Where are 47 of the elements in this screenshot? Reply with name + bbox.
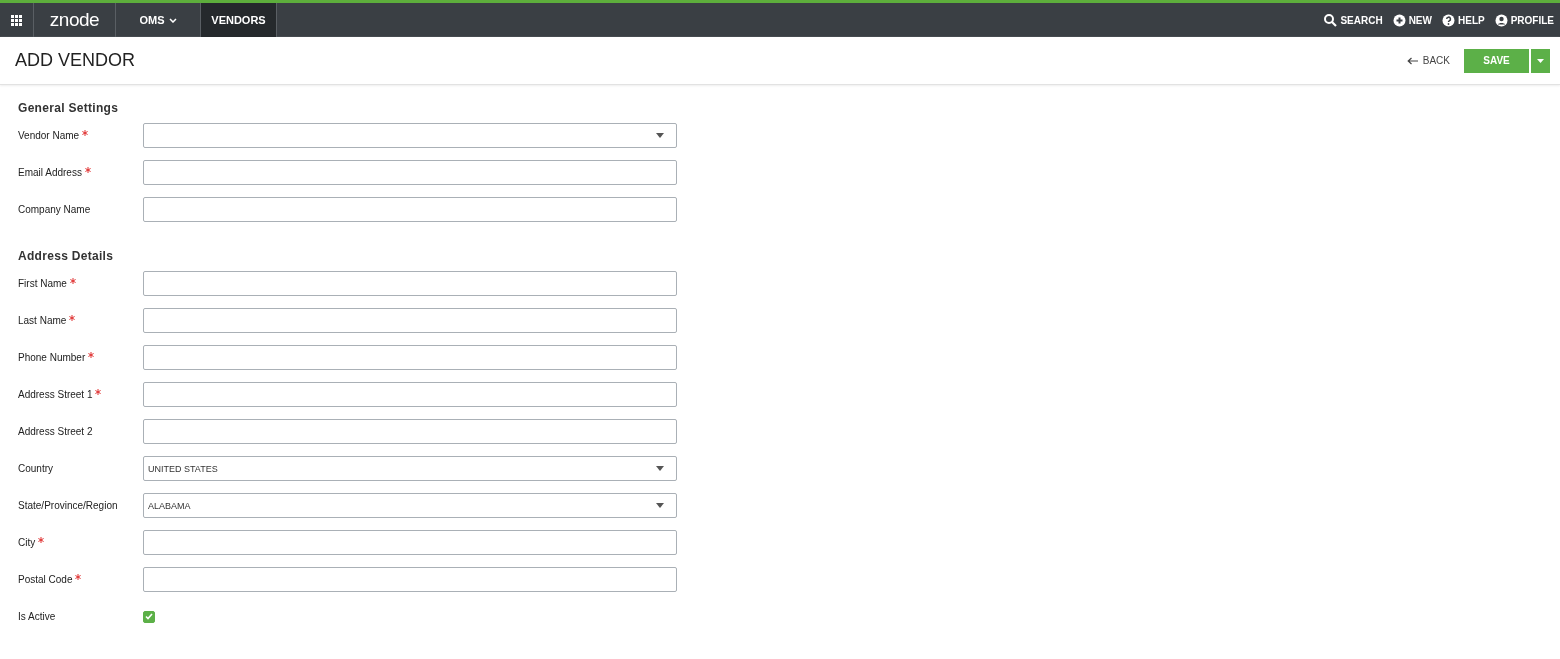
field-label: Country (18, 463, 53, 474)
input-field[interactable] (143, 419, 677, 444)
caret-down-icon (656, 503, 664, 508)
field-label: Postal Code (18, 574, 73, 585)
nav-action[interactable]: HELP (1442, 13, 1485, 27)
input-field[interactable] (143, 345, 677, 370)
nav-action[interactable]: NEW (1392, 13, 1432, 27)
field-label: Is Active (18, 611, 56, 622)
nav-action[interactable]: SEARCH (1324, 13, 1383, 27)
field-label: State/Province/Region (18, 500, 118, 511)
input-field[interactable] (143, 530, 677, 555)
save-options-button[interactable] (1530, 48, 1550, 73)
select-field[interactable]: ALABAMA (143, 493, 677, 518)
help-icon (1442, 13, 1455, 27)
back-link[interactable]: BACK (1400, 54, 1456, 67)
arrow-left-icon (1406, 56, 1419, 65)
section-title: Address Details (18, 249, 115, 263)
checkbox[interactable] (143, 610, 155, 623)
plus-circle-icon (1392, 13, 1406, 27)
nav-tab[interactable]: VENDORS (201, 3, 277, 37)
page-title: ADD VENDOR (15, 50, 136, 71)
input-field[interactable] (143, 382, 677, 407)
input-field[interactable] (143, 160, 677, 185)
input-field[interactable] (143, 271, 677, 296)
caret-down-icon (656, 466, 664, 471)
caret-down-icon (1537, 58, 1544, 63)
input-field[interactable] (143, 308, 677, 333)
field-label: Vendor Name (18, 130, 80, 141)
user-icon (1494, 13, 1508, 27)
field-label: Email Address (18, 167, 82, 178)
input-field[interactable] (143, 567, 677, 592)
field-label: Phone Number (18, 352, 86, 363)
nav-action[interactable]: PROFILE (1494, 13, 1554, 27)
apps-grid-icon (11, 14, 22, 26)
field-label: Last Name (18, 315, 67, 326)
field-label: First Name (18, 278, 67, 289)
caret-down-icon (656, 133, 664, 138)
logo[interactable]: znode (49, 9, 100, 31)
section-title: General Settings (18, 101, 120, 115)
search-icon (1324, 13, 1338, 27)
select-field[interactable] (143, 123, 677, 148)
field-label: Address Street 2 (18, 426, 93, 437)
field-label: Address Street 1 (18, 389, 93, 400)
field-label: City (18, 537, 36, 548)
field-label: Company Name (18, 204, 91, 215)
input-field[interactable] (143, 197, 677, 222)
select-field[interactable]: UNITED STATES (143, 456, 677, 481)
